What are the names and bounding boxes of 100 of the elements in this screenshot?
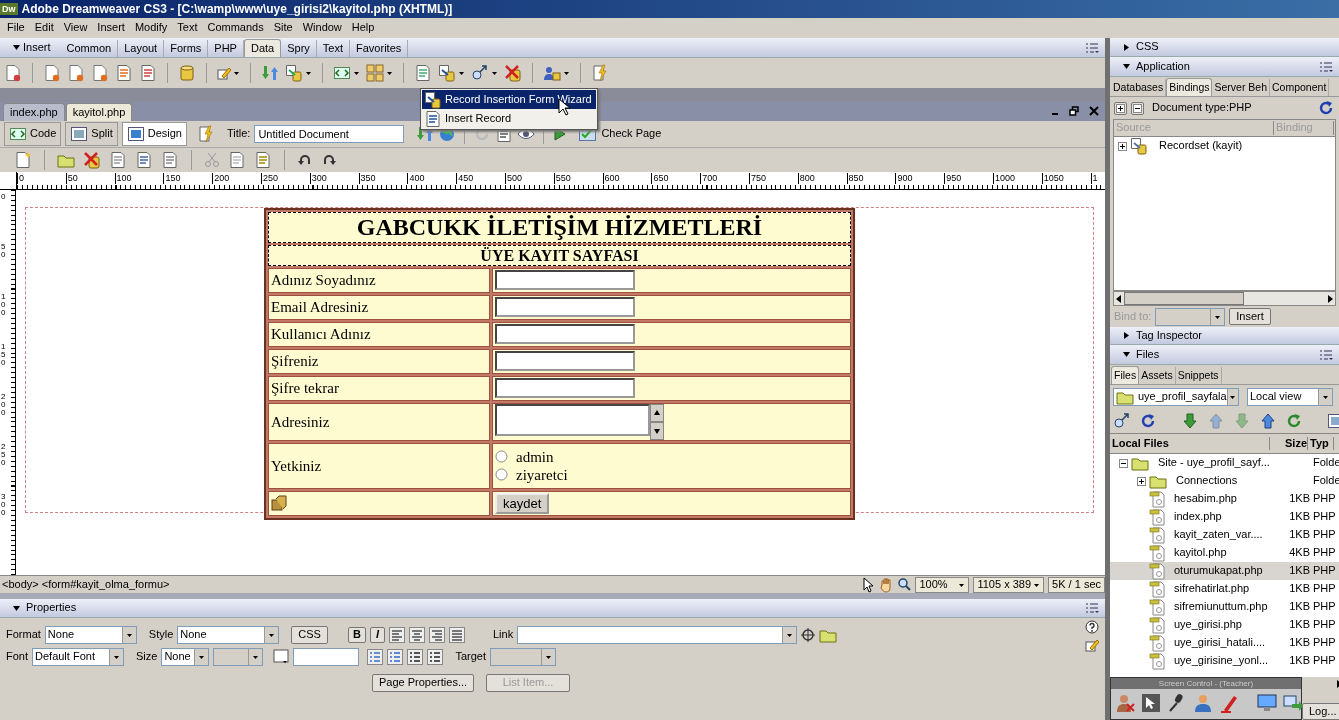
menu-item[interactable]: Window bbox=[297, 21, 347, 35]
synchronize-icon[interactable] bbox=[1285, 412, 1303, 430]
panel-tab[interactable]: Component bbox=[1270, 79, 1330, 96]
expander-icon[interactable] bbox=[1137, 476, 1146, 486]
panel-header[interactable]: Application bbox=[1110, 57, 1339, 77]
connect-icon[interactable] bbox=[1113, 412, 1131, 430]
numbered-list-icon[interactable] bbox=[387, 649, 404, 665]
text-area[interactable] bbox=[495, 404, 650, 436]
menu-item[interactable]: View bbox=[58, 21, 93, 35]
file-list-row[interactable]: sifremiunuttum.php 1KB PHP bbox=[1110, 598, 1339, 616]
page-icon[interactable] bbox=[139, 64, 157, 82]
file-list-row[interactable]: uye_girisi_hatali.... 1KB PHP bbox=[1110, 634, 1339, 652]
page-icon[interactable] bbox=[67, 64, 85, 82]
file-list-row[interactable]: sifrehatirlat.php 1KB PHP bbox=[1110, 580, 1339, 598]
database-icon[interactable] bbox=[285, 64, 303, 82]
menu-item[interactable]: Help bbox=[346, 21, 380, 35]
menu-item[interactable]: File bbox=[2, 21, 30, 35]
font-dropdown[interactable]: Default Font bbox=[32, 648, 124, 666]
expander-icon[interactable] bbox=[12, 43, 21, 52]
text-field[interactable] bbox=[495, 324, 635, 345]
file-list-row[interactable]: hesabim.php 1KB PHP bbox=[1110, 490, 1339, 508]
align-left-icon[interactable] bbox=[388, 627, 405, 643]
page-icon[interactable] bbox=[91, 64, 109, 82]
file-list-row[interactable]: oturumukapat.php 1KB PHP bbox=[1110, 562, 1339, 580]
insert-record-icon[interactable] bbox=[438, 64, 456, 82]
radio-button[interactable] bbox=[495, 450, 508, 464]
refresh-icon[interactable] bbox=[1317, 99, 1335, 117]
options-menu-icon[interactable] bbox=[1319, 60, 1333, 73]
expander-icon[interactable] bbox=[1122, 42, 1131, 52]
color-field[interactable] bbox=[293, 648, 360, 666]
get-files-icon[interactable] bbox=[1181, 412, 1199, 430]
refresh-icon[interactable] bbox=[1139, 412, 1157, 430]
menu-item[interactable]: Text bbox=[172, 21, 203, 35]
connect-icon[interactable] bbox=[471, 64, 489, 82]
insert-tab[interactable]: Common bbox=[60, 39, 119, 57]
panel-tab[interactable]: Bindings bbox=[1166, 78, 1213, 96]
file-list-row[interactable]: index.php 1KB PHP bbox=[1110, 508, 1339, 526]
text-field[interactable] bbox=[495, 378, 635, 399]
database-icon[interactable] bbox=[178, 64, 196, 82]
file-list-row[interactable]: kayit_zaten_var.... 1KB PHP bbox=[1110, 526, 1339, 544]
delete-record-icon[interactable] bbox=[504, 64, 522, 82]
menu-item[interactable]: Insert bbox=[92, 21, 130, 35]
indent-icon[interactable] bbox=[427, 649, 444, 665]
pointer-tool-icon[interactable] bbox=[861, 576, 876, 593]
zoom-tool-icon[interactable] bbox=[897, 576, 912, 593]
database-icon[interactable] bbox=[83, 151, 101, 169]
document-tab[interactable]: kayitol.php bbox=[65, 102, 133, 121]
copy-icon[interactable] bbox=[135, 151, 153, 169]
file-list-row[interactable]: kayitol.php 4KB PHP bbox=[1110, 544, 1339, 562]
insert-tab[interactable]: Forms bbox=[164, 39, 209, 57]
panel-header[interactable]: CSS bbox=[1110, 38, 1339, 57]
column-header[interactable]: Size bbox=[1270, 436, 1308, 451]
document-tab[interactable]: index.php bbox=[3, 102, 65, 121]
restore-icon[interactable] bbox=[1069, 106, 1079, 116]
file-list-row[interactable]: uye_girisi.php 1KB PHP bbox=[1110, 616, 1339, 634]
insert-button[interactable]: Insert bbox=[1229, 307, 1271, 326]
menu-item[interactable]: Commands bbox=[202, 21, 269, 35]
size-dropdown[interactable]: None bbox=[161, 648, 210, 666]
options-menu-icon[interactable] bbox=[1319, 348, 1333, 361]
style-dropdown[interactable]: None bbox=[177, 626, 280, 644]
panel-header[interactable]: Tag Inspector bbox=[1110, 327, 1339, 345]
scroll-thumb[interactable] bbox=[1124, 292, 1244, 305]
panel-tab[interactable]: Snippets bbox=[1175, 367, 1222, 384]
menu-item[interactable]: Site bbox=[268, 21, 298, 35]
new-document-icon[interactable] bbox=[14, 151, 32, 169]
point-to-file-icon[interactable] bbox=[801, 628, 816, 642]
menu-item[interactable]: Modify bbox=[129, 21, 173, 35]
expander-icon[interactable] bbox=[1122, 350, 1131, 359]
page-icon[interactable] bbox=[115, 64, 133, 82]
zoom-dropdown[interactable]: 100% bbox=[915, 576, 970, 593]
insert-tab[interactable]: Favorites bbox=[350, 39, 409, 57]
menu-item[interactable]: Edit bbox=[29, 21, 59, 35]
insert-tab[interactable]: Layout bbox=[118, 39, 165, 57]
insert-tab[interactable]: Spry bbox=[281, 39, 317, 57]
add-binding-button[interactable] bbox=[1114, 101, 1127, 115]
help-icon[interactable] bbox=[1085, 620, 1099, 634]
bold-button[interactable]: B bbox=[347, 627, 366, 643]
text-field[interactable] bbox=[495, 297, 635, 318]
site-dropdown[interactable]: uye_profil_sayfala bbox=[1113, 388, 1239, 406]
edit-icon[interactable] bbox=[217, 66, 231, 80]
panel-tab[interactable]: Server Beh bbox=[1212, 79, 1270, 96]
view-button[interactable]: Code bbox=[4, 122, 62, 146]
file-list-row[interactable]: uye_girisine_yonl... 1KB PHP bbox=[1110, 652, 1339, 670]
log-button[interactable]: Log... bbox=[1302, 702, 1339, 720]
insert-tab[interactable]: Text bbox=[316, 39, 351, 57]
insert-tab[interactable]: PHP bbox=[208, 39, 244, 57]
close-icon[interactable] bbox=[1089, 106, 1099, 116]
column-header[interactable]: Local Files bbox=[1110, 436, 1270, 451]
insert-tab[interactable]: Data bbox=[243, 38, 282, 57]
expander-icon[interactable] bbox=[1122, 62, 1131, 71]
css-button[interactable]: CSS bbox=[291, 626, 328, 644]
binding-item[interactable]: Recordset (kayit) bbox=[1159, 139, 1243, 153]
options-menu-icon[interactable] bbox=[1085, 602, 1099, 614]
italic-button[interactable]: I bbox=[369, 627, 385, 643]
scroll-right-icon[interactable] bbox=[1325, 292, 1335, 306]
justify-icon[interactable] bbox=[448, 627, 465, 643]
view-button[interactable]: Design bbox=[121, 122, 187, 146]
check-out-icon[interactable] bbox=[1233, 412, 1251, 430]
expander-icon[interactable] bbox=[12, 603, 21, 613]
page-properties-button[interactable]: Page Properties... bbox=[372, 674, 475, 692]
